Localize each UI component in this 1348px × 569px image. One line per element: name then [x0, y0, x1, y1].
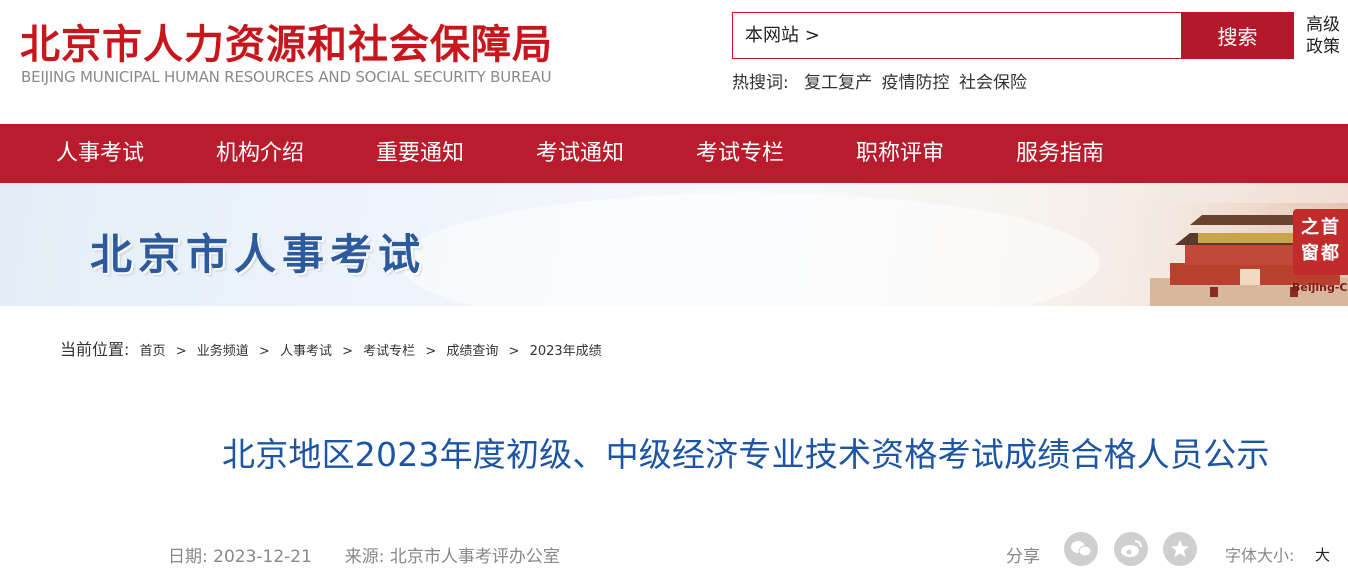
article-content: 当前位置: 首页 > 业务频道 > 人事考试 > 考试专栏 > 成绩查询 > 2…	[22, 306, 1348, 569]
banner-caption: Beijing-Ch	[1292, 281, 1348, 294]
article-title: 北京地区2023年度初级、中级经济专业技术资格考试成绩合格人员公示	[222, 435, 1270, 474]
policy-link[interactable]: 政策	[1306, 36, 1340, 58]
site-header: 北京市人力资源和社会保障局 BEIJING MUNICIPAL HUMAN RE…	[0, 0, 1348, 124]
nav-item-title-review[interactable]: 职称评审	[856, 124, 944, 183]
breadcrumb-separator: >	[425, 344, 437, 359]
search-button[interactable]: 搜索	[1181, 12, 1294, 59]
banner-title: 北京市人事考试	[90, 230, 427, 279]
nav-item-exam-notice[interactable]: 考试通知	[536, 124, 624, 183]
breadcrumb-separator: >	[342, 344, 354, 359]
share-label: 分享	[1006, 547, 1040, 567]
publish-date: 2023-12-21	[213, 547, 312, 567]
breadcrumb-separator: >	[258, 344, 270, 359]
breadcrumb-personnel-exam[interactable]: 人事考试	[280, 344, 332, 359]
hot-search-term[interactable]: 复工复产	[804, 73, 872, 93]
weibo-icon[interactable]	[1114, 532, 1148, 566]
section-banner: 北京市人事考试 之首窗都 Beijing-Ch	[0, 183, 1348, 306]
breadcrumb: 当前位置: 首页 > 业务频道 > 人事考试 > 考试专栏 > 成绩查询 > 2…	[60, 336, 602, 360]
search-scope-selector[interactable]: 本网站 >	[745, 21, 820, 47]
breadcrumb-business-channel[interactable]: 业务频道	[197, 344, 249, 359]
site-logo-english: BEIJING MUNICIPAL HUMAN RESOURCES AND SO…	[21, 68, 552, 86]
article-meta: 日期: 2023-12-21 来源: 北京市人事考评办公室	[168, 542, 560, 567]
nav-item-important-notice[interactable]: 重要通知	[376, 124, 464, 183]
breadcrumb-2023-scores[interactable]: 2023年成绩	[530, 344, 602, 359]
article-source: 北京市人事考评办公室	[389, 547, 560, 567]
search-box: 本网站 >	[732, 12, 1182, 59]
font-size-label: 字体大小:	[1225, 546, 1295, 565]
wechat-icon[interactable]	[1064, 532, 1098, 566]
breadcrumb-separator: >	[508, 344, 520, 359]
advanced-search-link[interactable]: 高级	[1306, 14, 1340, 36]
breadcrumb-label: 当前位置:	[60, 340, 130, 359]
advanced-links: 高级 政策	[1306, 14, 1340, 58]
main-nav: 人事考试 机构介绍 重要通知 考试通知 考试专栏 职称评审 服务指南	[0, 124, 1348, 183]
breadcrumb-separator: >	[175, 344, 187, 359]
date-label: 日期:	[168, 547, 208, 567]
breadcrumb-score-query[interactable]: 成绩查询	[446, 344, 498, 359]
favorite-icon[interactable]	[1163, 532, 1197, 566]
source-label: 来源:	[344, 547, 385, 567]
banner-decoration	[400, 193, 1100, 306]
site-logo-chinese[interactable]: 北京市人力资源和社会保障局	[20, 12, 553, 70]
hot-search-bar: 热搜词: 复工复产 疫情防控 社会保险	[732, 68, 1031, 93]
hot-search-label: 热搜词:	[732, 73, 789, 93]
nav-item-personnel-exam[interactable]: 人事考试	[56, 124, 144, 183]
hot-search-term[interactable]: 疫情防控	[882, 73, 950, 93]
font-size-large-button[interactable]: 大	[1315, 544, 1330, 565]
seal-stamp: 之首 窗都	[1293, 209, 1348, 275]
search-input[interactable]	[843, 19, 1173, 51]
nav-item-exam-column[interactable]: 考试专栏	[696, 124, 784, 183]
breadcrumb-exam-column[interactable]: 考试专栏	[363, 344, 415, 359]
nav-item-service-guide[interactable]: 服务指南	[1016, 124, 1104, 183]
nav-item-about[interactable]: 机构介绍	[216, 124, 304, 183]
hot-search-term[interactable]: 社会保险	[959, 73, 1027, 93]
breadcrumb-home[interactable]: 首页	[140, 344, 166, 359]
